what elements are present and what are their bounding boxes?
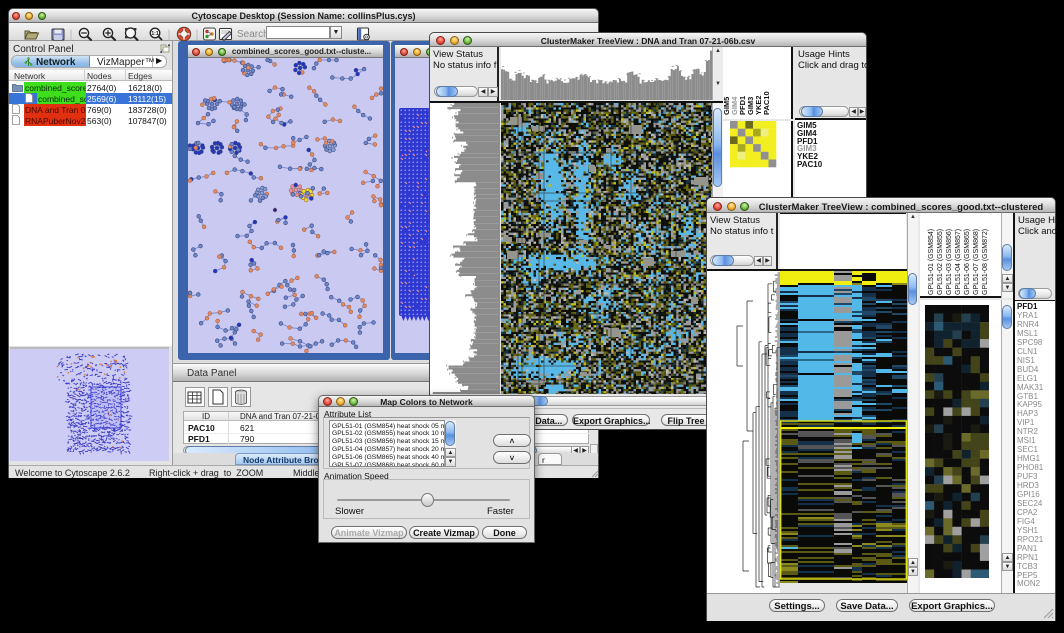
svg-text:GPL51-01 (GSM854): GPL51-01 (GSM854) [928,229,935,295]
svg-text:GPL51-03 (GSM856): GPL51-03 (GSM856) [946,229,953,295]
svg-text:1:1: 1:1 [151,31,158,37]
svg-text:GPL51-02 (GSM855): GPL51-02 (GSM855) [937,229,944,295]
svg-text:GPL51-08 (GSM872): GPL51-08 (GSM872) [982,229,989,295]
svg-text:GPL51-07 (GSM868): GPL51-07 (GSM868) [973,229,980,295]
svg-text:GPL51-04 (GSM857): GPL51-04 (GSM857) [955,229,962,295]
svg-text:GPL51-06 (GSM865): GPL51-06 (GSM865) [964,229,971,295]
svg-text:PAC10: PAC10 [762,91,771,115]
